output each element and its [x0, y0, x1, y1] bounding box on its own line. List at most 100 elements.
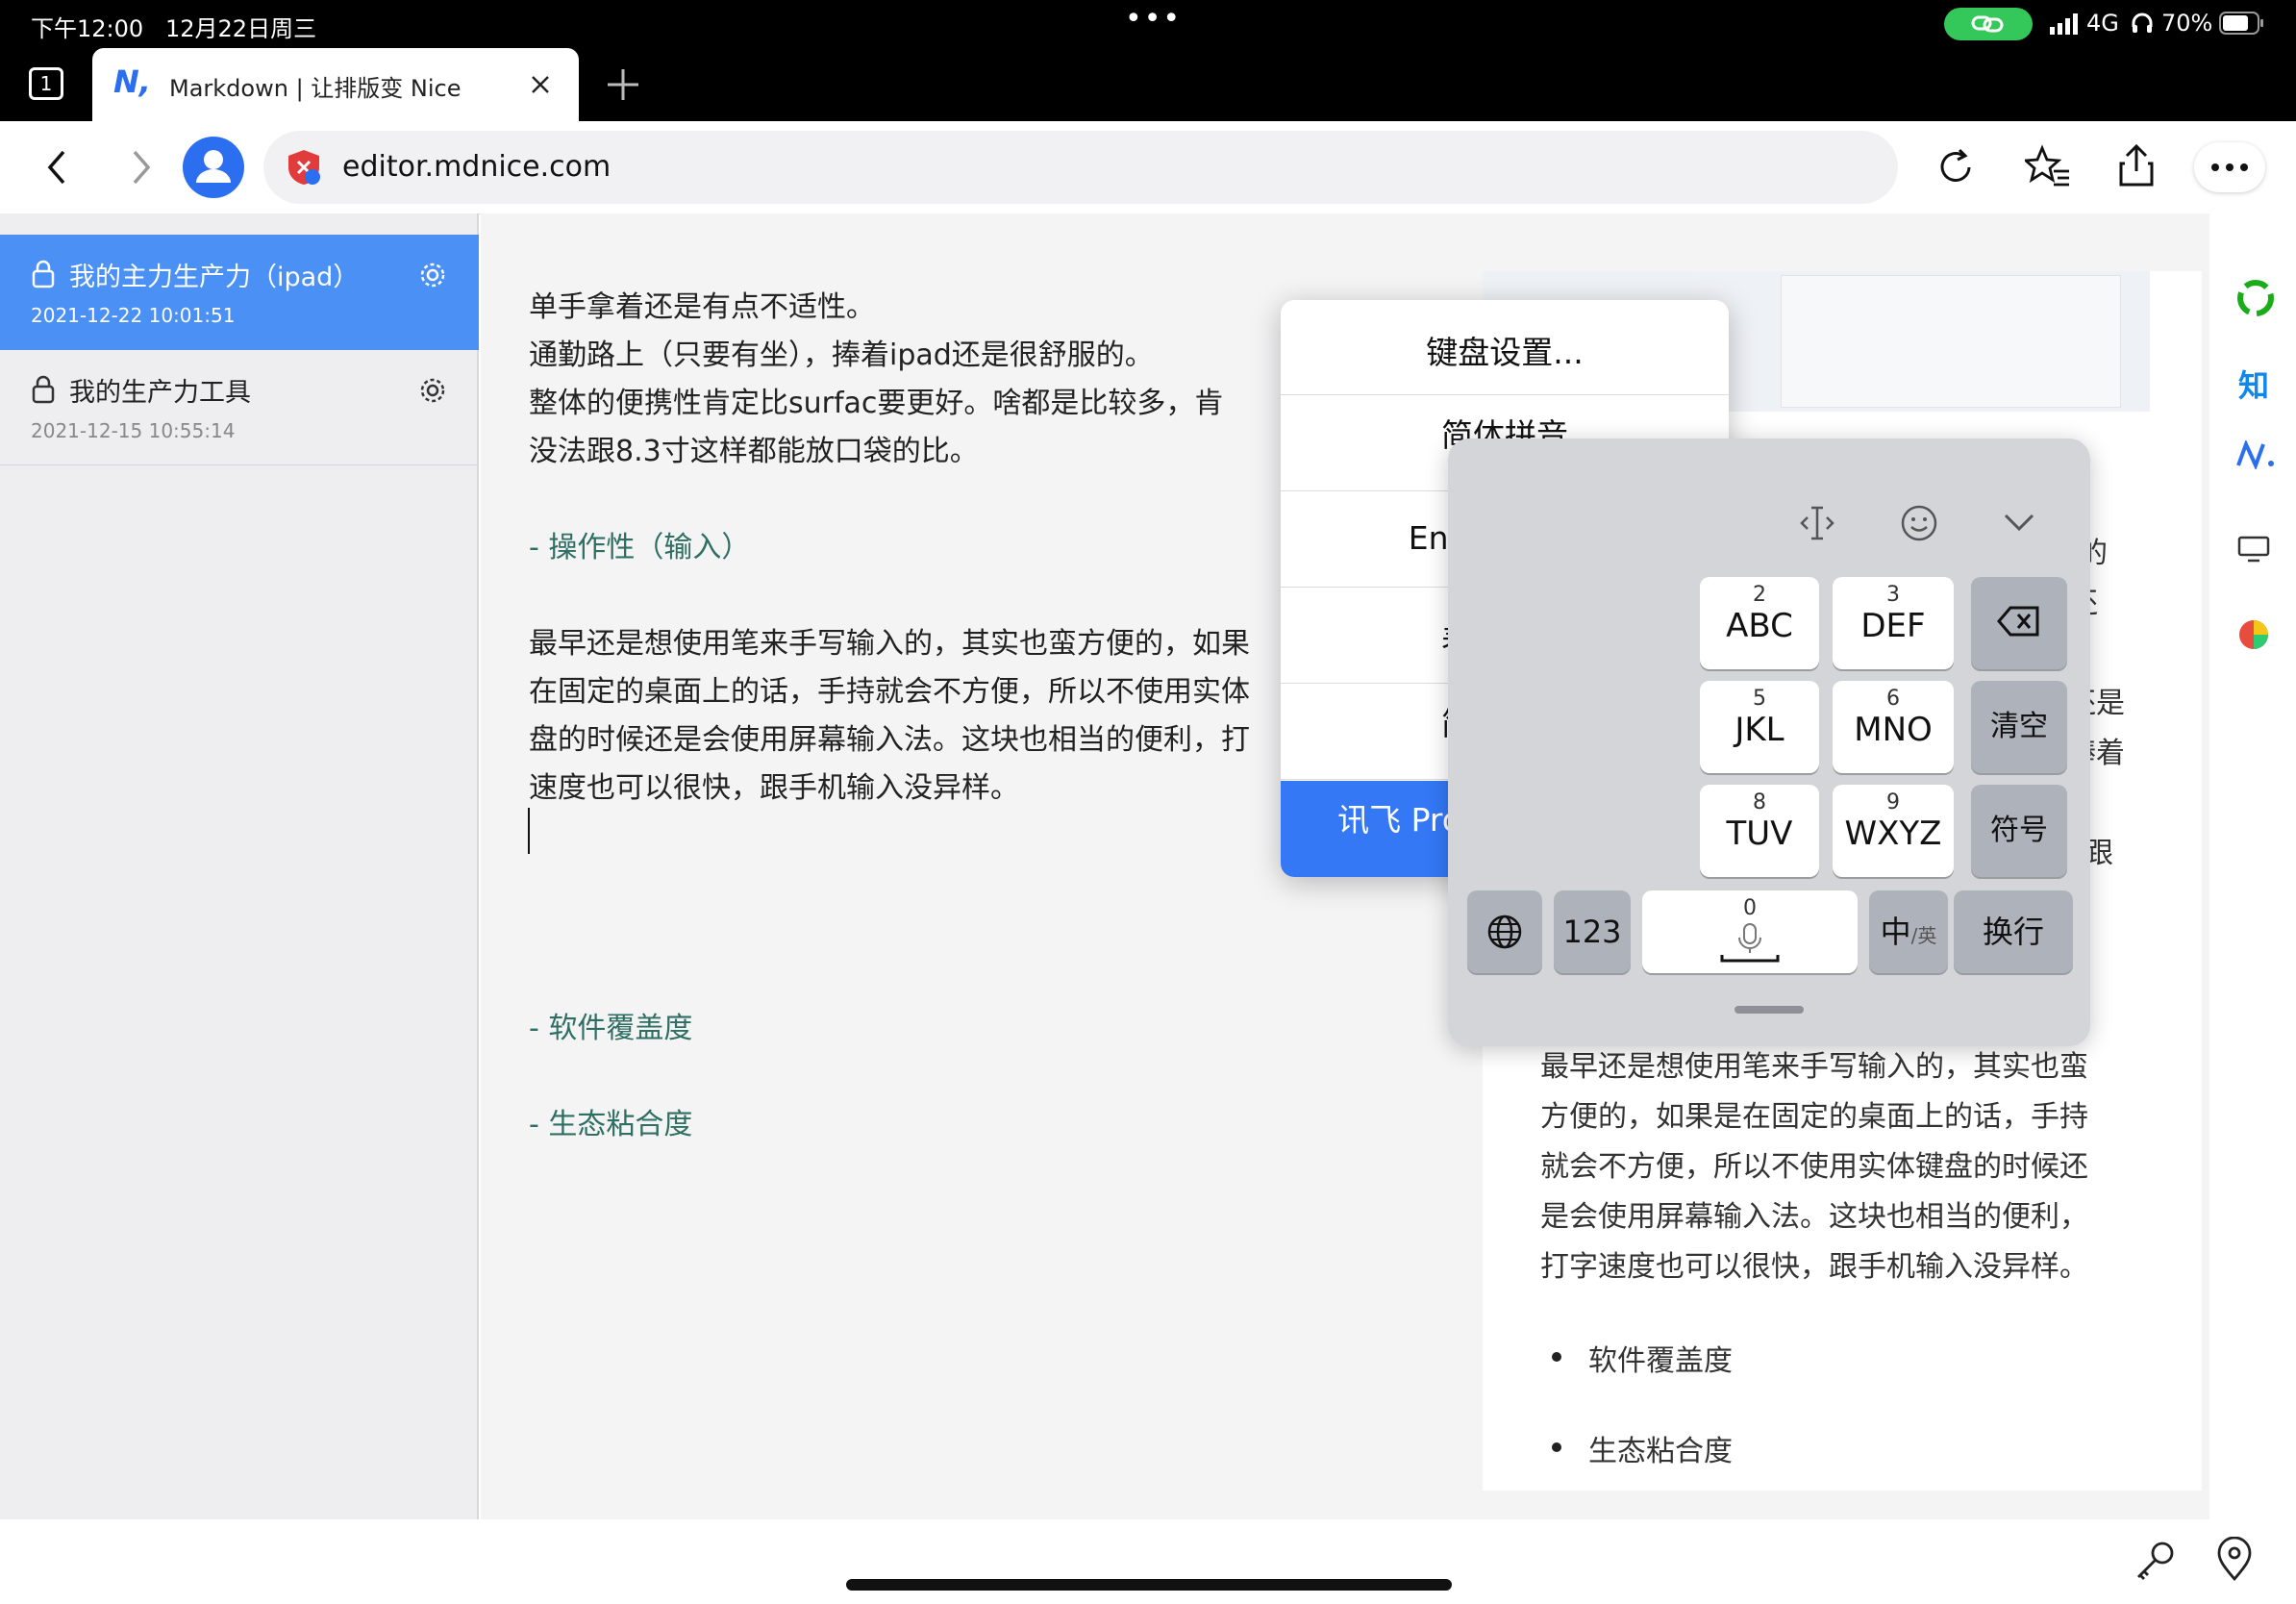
emoji-icon[interactable] — [1900, 504, 1938, 542]
key-number: 0 — [1743, 896, 1757, 920]
key-number: 5 — [1753, 687, 1766, 711]
lang-en-label: /英 — [1910, 924, 1937, 947]
backspace-icon — [1997, 606, 2039, 637]
delete-key[interactable] — [1971, 577, 2067, 669]
share-icon[interactable] — [2117, 142, 2156, 188]
zhihu-icon[interactable]: 知 — [2238, 362, 2269, 406]
document-sidebar: 我的主力生产力（ipad） 2021-12-22 10:01:51 我的生产力工… — [0, 213, 479, 1519]
home-indicator[interactable] — [846, 1579, 1452, 1591]
globe-key[interactable] — [1467, 890, 1542, 973]
symbols-key[interactable]: 符号 — [1971, 785, 2067, 877]
numbers-key[interactable]: 123 — [1554, 890, 1631, 973]
lock-icon — [32, 375, 55, 404]
battery-icon — [2219, 12, 2263, 35]
preview-line: 方便的，如果是在固定的桌面上的话，手持 — [1540, 1100, 2088, 1134]
status-date: 12月22日周三 — [165, 15, 317, 42]
url-field[interactable]: editor.mdnice.com — [263, 131, 1898, 204]
key-number: 9 — [1886, 790, 1900, 815]
monitor-icon[interactable] — [2236, 535, 2271, 564]
keyboard-drag-handle[interactable] — [1734, 1006, 1804, 1014]
editor-line: 在固定的桌面上的话，手持就会不方便，所以不使用实体 — [529, 675, 1250, 709]
bullet-dot — [1552, 1352, 1561, 1362]
text-cursor — [528, 808, 530, 854]
close-tab-icon[interactable] — [529, 73, 552, 96]
menu-item-keyboard-settings[interactable]: 键盘设置... — [1281, 300, 1729, 395]
key-tuv[interactable]: 8 TUV — [1700, 785, 1819, 877]
app-colorful-icon[interactable] — [2236, 617, 2271, 652]
sidebar-item-tools[interactable]: 我的生产力工具 2021-12-15 10:55:14 — [0, 350, 479, 465]
location-pin-icon[interactable] — [2215, 1537, 2254, 1583]
editor-line: 通勤路上（只要有坐），捧着ipad还是很舒服的。 — [529, 338, 1154, 372]
collapse-keyboard-icon[interactable] — [2002, 510, 2036, 535]
tab-title: Markdown | 让排版变 Nice — [169, 75, 462, 102]
network-type: 4G — [2086, 10, 2119, 37]
preview-bullet: 生态粘合度 — [1588, 1435, 1733, 1468]
right-rail: 知 — [2209, 213, 2296, 1519]
screenshot-thumbnail — [1781, 275, 2121, 408]
key-letters: WXYZ — [1844, 815, 1942, 853]
clear-key[interactable]: 清空 — [1971, 681, 2067, 773]
editor-heading: - 软件覆盖度 — [529, 1012, 693, 1045]
signal-icon — [2050, 13, 2078, 35]
forward-icon[interactable] — [127, 148, 156, 187]
bullet-dot — [1552, 1442, 1561, 1452]
headphones-icon — [2132, 13, 2153, 33]
sidebar-item-title: 我的生产力工具 — [69, 378, 251, 408]
key-mno[interactable]: 6 MNO — [1833, 681, 1954, 773]
preview-line: 最早还是想使用笔来手写输入的，其实也蛮 — [1540, 1050, 2088, 1084]
editor-line: 最早还是想使用笔来手写输入的，其实也蛮方便的，如果 — [529, 627, 1250, 661]
key-letters: TUV — [1726, 815, 1793, 853]
status-time: 下午12:00 — [31, 15, 144, 42]
site-logo-icon: N, — [113, 63, 151, 100]
reload-icon[interactable] — [1934, 146, 1977, 188]
shield-icon — [288, 150, 320, 185]
sidebar-item-ipad[interactable]: 我的主力生产力（ipad） 2021-12-22 10:01:51 — [0, 235, 479, 350]
menu-item-label: 键盘设置... — [1426, 334, 1584, 371]
key-number: 6 — [1886, 687, 1900, 711]
mdnice-icon[interactable] — [2234, 440, 2277, 469]
wechat-sync-icon[interactable] — [2236, 279, 2275, 317]
key-letters: JKL — [1734, 711, 1784, 749]
editor-heading: - 操作性（输入） — [529, 531, 751, 564]
back-icon[interactable] — [42, 148, 71, 187]
cursor-move-icon[interactable] — [1798, 504, 1836, 542]
key-jkl[interactable]: 5 JKL — [1700, 681, 1819, 773]
multitasking-dots-icon[interactable]: ••• — [1125, 2, 1182, 36]
sidebar-item-time: 2021-12-15 10:55:14 — [31, 419, 236, 442]
new-tab-icon[interactable] — [604, 65, 642, 104]
preview-line: 打字速度也可以很快，跟手机输入没异样。 — [1540, 1250, 2088, 1284]
more-menu-button[interactable] — [2194, 142, 2265, 192]
key-wxyz[interactable]: 9 WXYZ — [1833, 785, 1954, 877]
key-letters: MNO — [1854, 711, 1933, 749]
editor-heading: - 生态粘合度 — [529, 1108, 693, 1141]
battery-percent: 70% — [2161, 10, 2213, 37]
hotspot-pill — [1944, 8, 2033, 40]
tab-active[interactable]: N, Markdown | 让排版变 Nice — [92, 48, 579, 121]
editor-line: 整体的便携性肯定比surfac要更好。啥都是比较多，肯 — [529, 387, 1224, 420]
profile-avatar-icon[interactable] — [183, 137, 244, 198]
editor-line: 没法跟8.3寸这样都能放口袋的比。 — [529, 435, 979, 468]
key-def[interactable]: 3 DEF — [1833, 577, 1954, 669]
gear-icon[interactable] — [417, 260, 448, 290]
return-key[interactable]: 换行 — [1954, 890, 2073, 973]
key-icon[interactable] — [2133, 1539, 2177, 1583]
url-text: editor.mdnice.com — [342, 150, 611, 184]
tab-bar: 1 N, Markdown | 让排版变 Nice — [0, 48, 2296, 121]
status-bar: 下午12:00 12月22日周三 ••• 4G 70% — [0, 0, 2296, 48]
editor-line: 盘的时候还是会使用屏幕输入法。这块也相当的便利，打 — [529, 723, 1250, 757]
link-icon — [1971, 15, 2004, 33]
address-bar: editor.mdnice.com — [0, 121, 2296, 214]
key-abc[interactable]: 2 ABC — [1700, 577, 1819, 669]
space-key[interactable]: 0 — [1642, 890, 1858, 973]
floating-keyboard: 2 ABC 3 DEF 5 JKL 6 MNO 清空 8 TUV 9 WXYZ … — [1448, 439, 2090, 1046]
tab-count-button[interactable]: 1 — [29, 67, 63, 100]
favorites-icon[interactable] — [2025, 144, 2071, 190]
key-number: 8 — [1753, 790, 1766, 815]
key-letters: DEF — [1860, 607, 1926, 645]
gear-icon[interactable] — [417, 375, 448, 406]
lock-icon — [32, 260, 55, 288]
editor-line: 单手拿着还是有点不适性。 — [529, 290, 875, 324]
key-number: 3 — [1886, 583, 1900, 607]
language-switch-key[interactable]: 中/英 — [1869, 890, 1948, 973]
preview-line: 就会不方便，所以不使用实体键盘的时候还 — [1540, 1150, 2088, 1184]
